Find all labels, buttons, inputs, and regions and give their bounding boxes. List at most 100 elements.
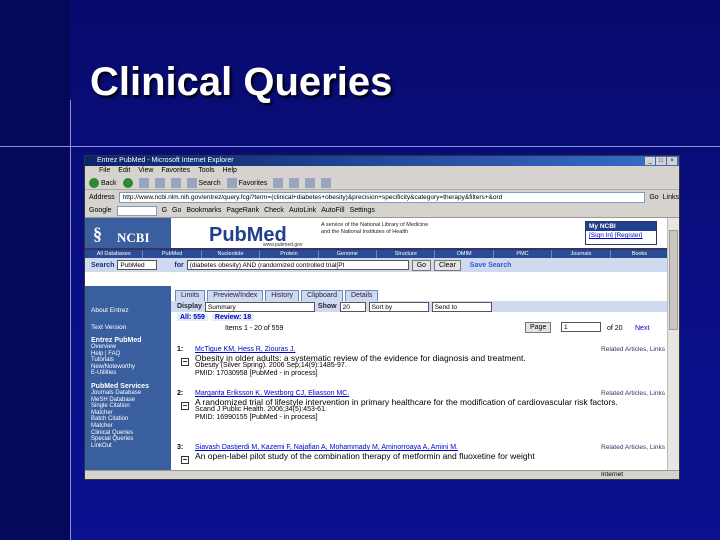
sidebar-item-linkout[interactable]: LinkOut <box>91 443 171 450</box>
display-select[interactable]: Summary <box>204 301 315 312</box>
menu-edit[interactable]: Edit <box>118 166 130 176</box>
result-filter-tabs: All: 559 Review: 18 <box>171 312 669 322</box>
save-search-link[interactable]: Save Search <box>470 262 512 269</box>
minimize-button[interactable]: _ <box>645 157 655 165</box>
media-icon[interactable] <box>273 177 284 188</box>
sidebar-item-special-queries[interactable]: Special Queries <box>91 436 171 443</box>
menu-help[interactable]: Help <box>223 166 237 176</box>
slide-left-band <box>0 0 70 540</box>
result-number: 3: <box>177 444 184 451</box>
sidebar-item-journals-database[interactable]: Journals Database <box>91 390 171 397</box>
mail-icon[interactable] <box>289 177 300 188</box>
tab-review-results[interactable]: Review: 18 <box>211 313 255 321</box>
related-articles-link[interactable]: Related Articles, Links <box>601 444 665 452</box>
google-autofill[interactable]: AutoFill <box>321 207 344 214</box>
pubmed-logo[interactable]: PubMed www.pubmed.gov <box>171 218 302 248</box>
nav-protein[interactable]: Protein <box>260 250 319 258</box>
related-articles-link[interactable]: Related Articles, Links <box>601 390 665 398</box>
nav-journals[interactable]: Journals <box>552 250 611 258</box>
close-button[interactable]: × <box>667 157 677 165</box>
sort-select[interactable]: Sort by <box>368 301 429 312</box>
nav-pmc[interactable]: PMC <box>494 250 553 258</box>
sidebar-item-matcher-2[interactable]: Matcher <box>91 423 171 430</box>
sign-in-link[interactable]: [Sign In] <box>589 232 613 239</box>
home-icon[interactable] <box>170 177 181 188</box>
forward-arrow-icon[interactable] <box>122 177 133 188</box>
menu-tools[interactable]: Tools <box>198 166 214 176</box>
tab-history[interactable]: History <box>265 290 300 301</box>
address-input[interactable]: http://www.ncbi.nlm.nih.gov/entrez/query… <box>118 191 646 203</box>
sidebar-item-matcher[interactable]: Matcher <box>91 410 171 417</box>
nav-pubmed[interactable]: PubMed <box>143 250 202 258</box>
ncbi-logo[interactable]: § NCBI <box>85 218 171 248</box>
nav-all-databases[interactable]: All Databases <box>85 250 144 258</box>
sidebar-item-batch-citation[interactable]: Batch Citation <box>91 416 171 423</box>
my-ncbi-box: My NCBI [Sign In] [Register] <box>585 221 657 245</box>
sidebar-item-single-citation[interactable]: Single Citation <box>91 403 171 410</box>
query-input[interactable]: (diabetes obesity) AND (randomized contr… <box>186 260 409 270</box>
sidebar-item-tutorials[interactable]: Tutorials <box>91 357 171 364</box>
go-button[interactable]: Go <box>649 194 658 201</box>
google-check[interactable]: Check <box>264 207 284 214</box>
page-button[interactable]: Page <box>525 322 552 333</box>
google-settings[interactable]: Settings <box>350 207 375 214</box>
google-g-button[interactable]: G <box>162 207 167 214</box>
sidebar-item-overview[interactable]: Overview <box>91 344 171 351</box>
google-search-input[interactable] <box>116 205 157 216</box>
google-bookmarks[interactable]: Bookmarks <box>186 207 221 214</box>
result-checkbox[interactable] <box>181 402 189 410</box>
folder-icon[interactable] <box>321 177 332 188</box>
google-go-button[interactable]: Go <box>172 207 181 214</box>
sidebar-item-mesh-database[interactable]: MeSH Database <box>91 397 171 404</box>
text-version-link[interactable]: Text Version <box>91 324 171 331</box>
print-icon[interactable] <box>305 177 316 188</box>
menu-favorites[interactable]: Favorites <box>161 166 190 176</box>
related-articles-link[interactable]: Related Articles, Links <box>601 346 665 354</box>
tab-all-results[interactable]: All: 559 <box>177 313 208 321</box>
search-button[interactable]: Search <box>186 177 221 188</box>
vertical-scrollbar[interactable] <box>667 218 679 472</box>
tab-limits[interactable]: Limits <box>175 290 206 301</box>
google-toolbar: Google G Go Bookmarks PageRank Check Aut… <box>85 204 679 218</box>
stop-icon[interactable] <box>138 177 149 188</box>
back-button[interactable]: Back <box>89 177 117 188</box>
browser-toolbar: Back Search Favorites <box>85 176 679 190</box>
nav-omim[interactable]: OMIM <box>435 250 494 258</box>
tab-preview-index[interactable]: Preview/Index <box>207 290 264 301</box>
tab-details[interactable]: Details <box>345 290 379 301</box>
send-to-select[interactable]: Send to <box>431 301 492 312</box>
database-select[interactable]: PubMed <box>117 260 158 270</box>
menu-file[interactable]: File <box>99 166 110 176</box>
web-page: § NCBI PubMed www.pubmed.gov A service o… <box>85 218 670 472</box>
nav-nucleotide[interactable]: Nucleotide <box>202 250 261 258</box>
nlm-notice: A service of the National Library of Med… <box>291 218 585 248</box>
google-autolink[interactable]: AutoLink <box>289 207 316 214</box>
sidebar-item-e-utilities[interactable]: E-Utilities <box>91 370 171 377</box>
next-link[interactable]: Next <box>635 325 649 332</box>
links-label[interactable]: Links <box>663 194 679 201</box>
nav-genome[interactable]: Genome <box>319 250 378 258</box>
sidebar-item-help-faq[interactable]: Help | FAQ <box>91 351 171 358</box>
nav-books[interactable]: Books <box>611 250 670 258</box>
google-pagerank[interactable]: PageRank <box>226 207 259 214</box>
maximize-button[interactable]: □ <box>656 157 666 165</box>
result-item: 2: Margarita Eriksson K, Westborg CJ, El… <box>177 390 665 422</box>
refresh-icon[interactable] <box>154 177 165 188</box>
result-checkbox[interactable] <box>181 358 189 366</box>
sidebar-item-new-noteworthy[interactable]: New/Noteworthy <box>91 364 171 371</box>
register-link[interactable]: [Register] <box>615 232 643 239</box>
about-entrez-link[interactable]: About Entrez <box>91 307 171 314</box>
favorites-button[interactable]: Favorites <box>226 177 267 188</box>
nav-structure[interactable]: Structure <box>377 250 436 258</box>
tab-clipboard[interactable]: Clipboard <box>301 290 343 301</box>
result-checkbox[interactable] <box>181 456 189 464</box>
go-search-button[interactable]: Go <box>411 259 432 271</box>
show-select[interactable]: 20 <box>339 301 366 312</box>
menu-view[interactable]: View <box>138 166 153 176</box>
sidebar-item-clinical-queries[interactable]: Clinical Queries <box>91 430 171 437</box>
pubmed-url: www.pubmed.gov <box>263 242 303 248</box>
page-input[interactable]: 1 <box>561 322 601 332</box>
scrollbar-thumb[interactable] <box>669 230 678 330</box>
clear-button[interactable]: Clear <box>434 259 461 271</box>
result-pmid: PMID: 16990155 [PubMed - in process] <box>195 413 318 421</box>
